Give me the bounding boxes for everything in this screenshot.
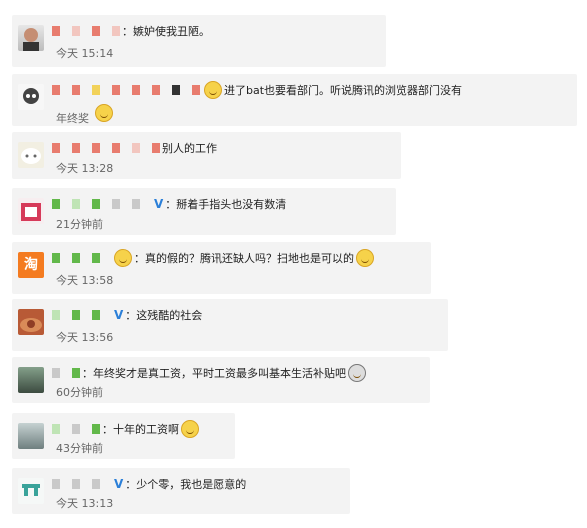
comment-time: 今天 13:58 — [56, 274, 114, 287]
comment-text: 别人的工作 — [162, 142, 217, 155]
comment-time: 今天 13:13 — [56, 497, 114, 510]
username-mask — [52, 85, 60, 95]
comment-card: ：十年的工资啊 43分钟前 — [12, 413, 235, 459]
comment-card: ：年终奖才是真工资，平时工资最多叫基本生活补贴吧 60分钟前 — [12, 357, 430, 403]
username-mask — [72, 143, 80, 153]
skull-emoji-icon — [348, 364, 366, 382]
comment-text: ：少个零，我也是愿意的 — [125, 478, 247, 491]
avatar[interactable]: 淘 — [18, 252, 44, 278]
username-mask — [52, 424, 60, 434]
cat-emoji-icon — [356, 249, 374, 267]
username-mask — [92, 26, 100, 36]
comment-line: ：十年的工资啊 — [52, 420, 201, 438]
username-mask — [72, 253, 80, 263]
username-mask — [132, 143, 140, 153]
username-mask — [112, 143, 120, 153]
comment-text: ：真的假的？腾讯还缺人吗？扫地也是可以的 — [134, 252, 354, 265]
comment-line: ：真的假的？腾讯还缺人吗？扫地也是可以的 — [52, 249, 376, 267]
username-mask — [112, 85, 120, 95]
comment-card: 别人的工作 今天 13:28 — [12, 132, 401, 179]
comment-text: 进了bat也要看部门。听说腾讯的浏览器部门没有 — [224, 84, 463, 97]
wow-emoji-icon — [114, 249, 132, 267]
comment-line: V ：少个零，我也是愿意的 — [52, 476, 246, 492]
username-mask — [132, 85, 140, 95]
comment-card: ：嫉妒使我丑陋。 今天 15:14 — [12, 15, 386, 67]
username-mask — [92, 199, 100, 209]
comment-card: 淘 ：真的假的？腾讯还缺人吗？扫地也是可以的 今天 13:58 — [12, 242, 431, 294]
avatar[interactable] — [18, 25, 44, 51]
username-mask — [72, 424, 80, 434]
username-mask — [72, 26, 80, 36]
username-mask — [172, 85, 180, 95]
username-mask — [72, 310, 80, 320]
comment-time: 60分钟前 — [56, 386, 103, 399]
comment-line: V ：这残酷的社会 — [52, 307, 202, 323]
smile-emoji-icon — [94, 104, 113, 122]
verified-badge: V — [114, 308, 124, 322]
username-mask — [92, 310, 100, 320]
username-mask — [112, 26, 120, 36]
username-mask — [92, 424, 100, 434]
taobao-icon: 淘 — [24, 257, 38, 273]
avatar[interactable] — [18, 478, 44, 504]
username-mask — [52, 368, 60, 378]
cat-emoji-icon — [181, 420, 199, 438]
comment-line: V ：掰着手指头也没有数清 — [52, 196, 286, 212]
avatar[interactable] — [18, 84, 44, 110]
comment-text: ：十年的工资啊 — [102, 423, 179, 436]
comment-card: V ：这残酷的社会 今天 13:56 — [12, 299, 448, 351]
comment-continuation: 年终奖 — [56, 104, 115, 126]
username-mask — [52, 143, 60, 153]
comment-time: 21分钟前 — [56, 218, 103, 231]
comment-line: 别人的工作 — [52, 140, 217, 156]
comment-time: 今天 15:14 — [56, 47, 114, 60]
comment-text: ：年终奖才是真工资，平时工资最多叫基本生活补贴吧 — [82, 367, 346, 380]
avatar[interactable] — [18, 309, 44, 335]
surprised-emoji-icon — [204, 81, 222, 99]
username-mask — [92, 143, 100, 153]
avatar[interactable] — [18, 423, 44, 449]
avatar[interactable] — [18, 142, 44, 168]
comment-card: V ：掰着手指头也没有数清 21分钟前 — [12, 188, 396, 235]
username-mask — [72, 368, 80, 378]
comment-card: V ：少个零，我也是愿意的 今天 13:13 — [12, 468, 350, 514]
username-mask — [92, 479, 100, 489]
username-mask — [72, 199, 80, 209]
username-mask — [52, 310, 60, 320]
username-mask — [72, 85, 80, 95]
username-mask — [92, 85, 100, 95]
avatar[interactable] — [18, 198, 44, 224]
verified-badge: V — [114, 477, 124, 491]
comment-time: 今天 13:28 — [56, 162, 114, 175]
comment-line: ：嫉妒使我丑陋。 — [52, 23, 210, 39]
comment-time: 今天 13:56 — [56, 331, 114, 344]
comment-line: 进了bat也要看部门。听说腾讯的浏览器部门没有 — [52, 81, 463, 99]
avatar[interactable] — [18, 367, 44, 393]
username-mask — [52, 26, 60, 36]
username-mask — [152, 143, 160, 153]
comment-text: ：这残酷的社会 — [125, 309, 203, 322]
username-mask — [52, 479, 60, 489]
verified-badge: V — [154, 197, 164, 211]
username-mask — [52, 199, 60, 209]
comment-card: 进了bat也要看部门。听说腾讯的浏览器部门没有 年终奖 — [12, 74, 577, 126]
comment-text: 年终奖 — [56, 112, 89, 125]
username-mask — [72, 479, 80, 489]
username-mask — [192, 85, 200, 95]
username-mask — [112, 199, 120, 209]
comment-text: ：嫉妒使我丑陋。 — [122, 25, 210, 38]
username-mask — [132, 199, 140, 209]
comment-text: ：掰着手指头也没有数清 — [165, 198, 287, 211]
comment-line: ：年终奖才是真工资，平时工资最多叫基本生活补贴吧 — [52, 364, 368, 382]
username-mask — [152, 85, 160, 95]
username-mask — [92, 253, 100, 263]
comment-time: 43分钟前 — [56, 442, 103, 455]
username-mask — [52, 253, 60, 263]
